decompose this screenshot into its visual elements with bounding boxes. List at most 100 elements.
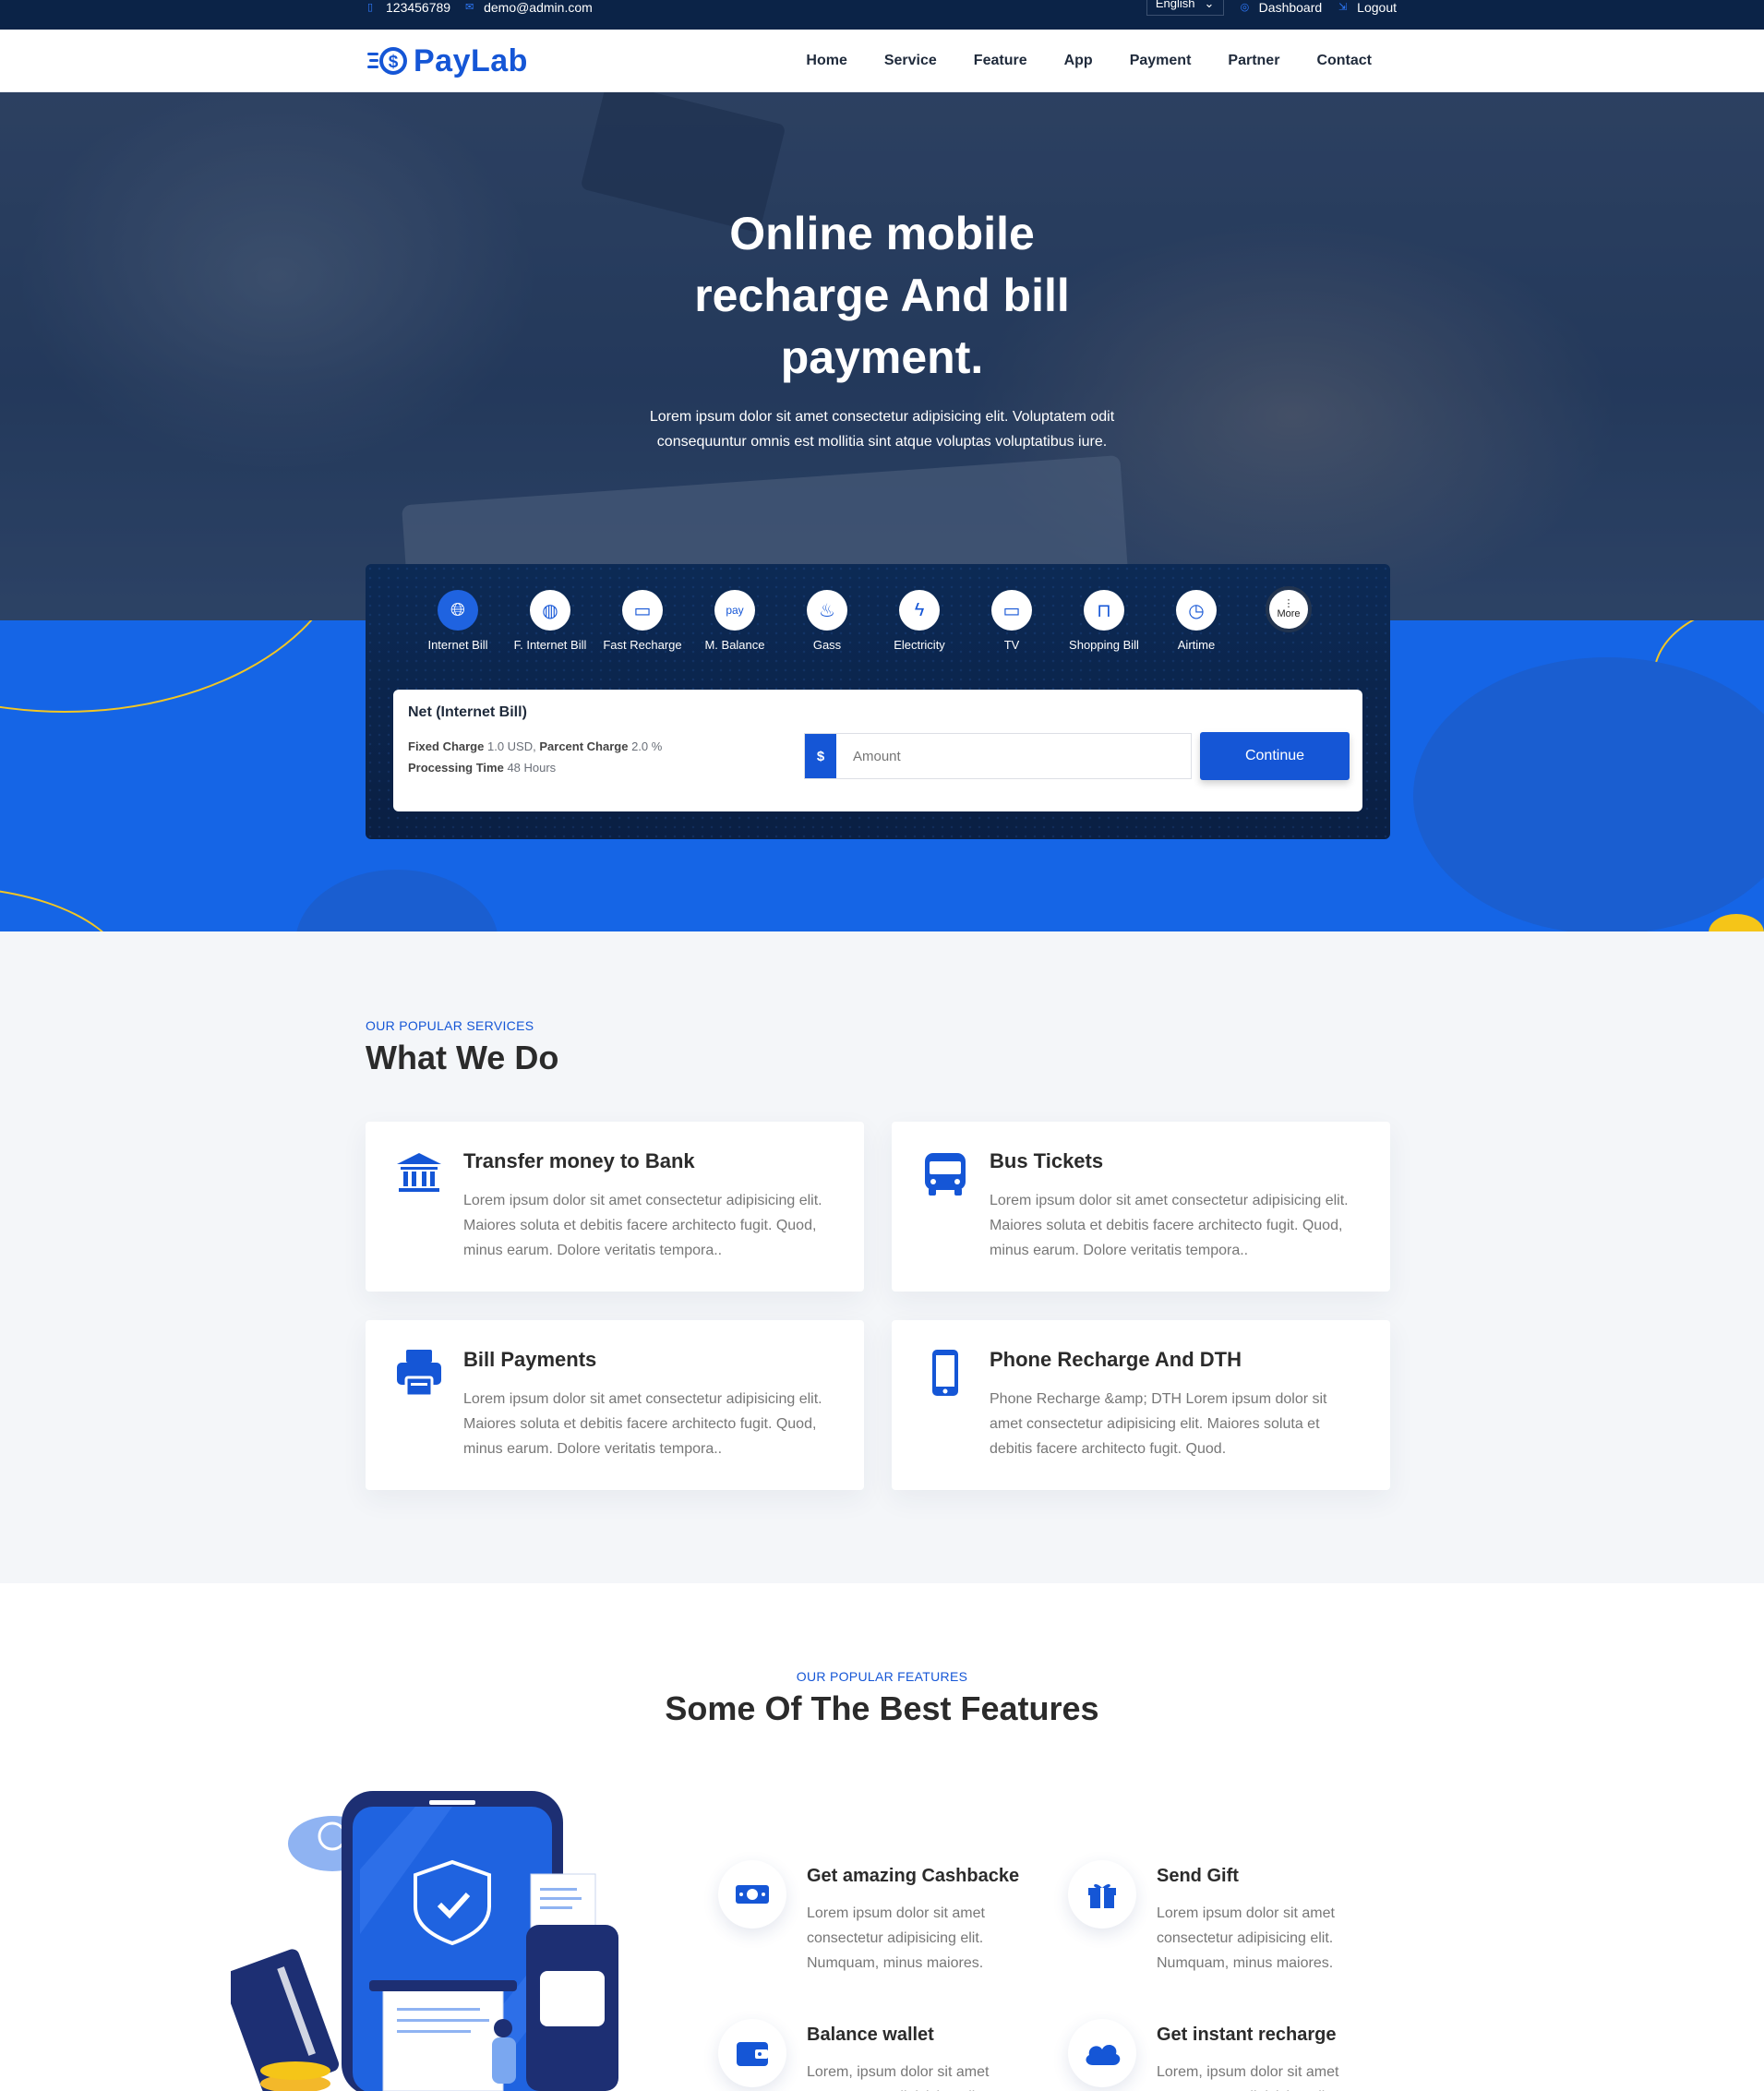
form-title: Net (Internet Bill) bbox=[408, 704, 527, 720]
card-text: Lorem ipsum dolor sit amet consectetur a… bbox=[990, 1193, 1349, 1258]
service-airtime[interactable]: ◷ Airtime bbox=[1150, 590, 1242, 652]
features-heading: OUR POPULAR FEATURES Some Of The Best Fe… bbox=[0, 1669, 1764, 1728]
feature-text: Lorem, ipsum dolor sit amet consectetur … bbox=[807, 2064, 990, 2091]
logout-icon: ⇲ bbox=[1338, 2, 1348, 13]
service-gass[interactable]: ♨ Gass bbox=[781, 590, 873, 652]
continue-button[interactable]: Continue bbox=[1200, 732, 1350, 780]
card-text: Lorem ipsum dolor sit amet consectetur a… bbox=[463, 1193, 822, 1258]
phone-number: 123456789 bbox=[386, 0, 451, 15]
hero-subtitle: Lorem ipsum dolor sit amet consectetur a… bbox=[649, 409, 1115, 450]
nav-payment[interactable]: Payment bbox=[1130, 53, 1192, 69]
nav-partner[interactable]: Partner bbox=[1228, 53, 1279, 69]
logout-link[interactable]: ⇲ Logout bbox=[1338, 0, 1397, 15]
feature-title: Get instant recharge bbox=[1157, 2025, 1337, 2045]
feature-title: Get amazing Cashbacke bbox=[807, 1866, 1020, 1886]
tv-icon: ▭ bbox=[991, 590, 1032, 631]
main-nav: Home Service Feature App Payment Partner… bbox=[806, 30, 1372, 92]
phone-icon: ▯ bbox=[367, 2, 374, 13]
fixed-charge-value: 1.0 USD, bbox=[486, 739, 536, 753]
processing-time-value: 48 Hours bbox=[507, 761, 557, 775]
cloud-icon bbox=[1068, 2019, 1136, 2087]
pay-icon: pay bbox=[714, 590, 755, 631]
service-card-bus-tickets[interactable]: Bus Tickets Lorem ipsum dolor sit amet c… bbox=[892, 1122, 1390, 1292]
processing-time-label: Processing Time bbox=[408, 761, 504, 775]
service-electricity[interactable]: ϟ Electricity bbox=[873, 590, 966, 652]
email-contact[interactable]: ✉ demo@admin.com bbox=[465, 0, 593, 15]
feature-item-send-gift: Send Gift Lorem ipsum dolor sit amet con… bbox=[1068, 1860, 1400, 1989]
section-kicker: OUR POPULAR SERVICES bbox=[366, 1018, 534, 1033]
nav-feature[interactable]: Feature bbox=[974, 53, 1027, 69]
shopping-bag-icon: ⊓ bbox=[1084, 590, 1124, 631]
hero-title: Online mobile recharge And bill payment. bbox=[694, 208, 1070, 383]
hero-section: Online mobile recharge And bill payment.… bbox=[0, 92, 1764, 620]
service-tv[interactable]: ▭ TV bbox=[966, 590, 1058, 652]
gift-icon bbox=[1068, 1860, 1136, 1929]
phone-contact[interactable]: ▯ 123456789 bbox=[367, 0, 450, 15]
card-title: Phone Recharge And DTH bbox=[990, 1348, 1242, 1371]
nav-service[interactable]: Service bbox=[884, 53, 937, 69]
chevron-down-icon: ⌄ bbox=[1204, 0, 1215, 10]
globe-icon: ◍ bbox=[530, 590, 570, 631]
service-internet-bill[interactable]: 🌐︎ Internet Bill bbox=[412, 590, 504, 652]
site-header: $ PayLab Home Service Feature App Paymen… bbox=[0, 30, 1764, 92]
dollar-coin-logo-icon: $ bbox=[367, 47, 407, 75]
card-text: Lorem ipsum dolor sit amet consectetur a… bbox=[463, 1391, 822, 1457]
feature-text: Lorem ipsum dolor sit amet consectetur a… bbox=[807, 1905, 985, 1971]
service-card-bank-transfer[interactable]: Transfer money to Bank Lorem ipsum dolor… bbox=[366, 1122, 864, 1292]
feature-item-instant-recharge: Get instant recharge Lorem, ipsum dolor … bbox=[1068, 2019, 1400, 2091]
brand-name: PayLab bbox=[414, 42, 528, 78]
card-text: Phone Recharge &amp; DTH Lorem ipsum dol… bbox=[990, 1391, 1327, 1457]
logout-label: Logout bbox=[1357, 0, 1397, 15]
printer-icon bbox=[397, 1350, 441, 1398]
electricity-icon: ϟ bbox=[899, 590, 940, 631]
service-label: TV bbox=[1003, 638, 1020, 652]
nav-app[interactable]: App bbox=[1064, 53, 1093, 69]
language-value: English bbox=[1155, 0, 1195, 10]
dashboard-link[interactable]: ◎ Dashboard bbox=[1241, 0, 1323, 15]
amount-input[interactable] bbox=[836, 734, 1191, 778]
section-title: What We Do bbox=[366, 1039, 559, 1076]
service-more-button[interactable]: ⋮ More bbox=[1242, 586, 1335, 640]
service-label: Shopping Bill bbox=[1069, 638, 1139, 652]
nav-home[interactable]: Home bbox=[806, 53, 846, 69]
service-label: Electricity bbox=[894, 638, 945, 652]
service-card-bill-payments[interactable]: Bill Payments Lorem ipsum dolor sit amet… bbox=[366, 1320, 864, 1490]
language-select[interactable]: English ⌄ bbox=[1146, 0, 1224, 16]
cash-icon bbox=[718, 1860, 786, 1929]
bus-icon bbox=[925, 1153, 966, 1196]
decorative-blob bbox=[295, 870, 498, 931]
decorative-blob bbox=[1413, 657, 1764, 931]
service-m-balance[interactable]: pay M. Balance bbox=[689, 590, 781, 652]
feature-item-balance-wallet: Balance wallet Lorem, ipsum dolor sit am… bbox=[718, 2019, 1050, 2091]
percent-charge-label: Parcent Charge bbox=[539, 739, 629, 753]
email-address: demo@admin.com bbox=[484, 0, 593, 15]
feature-text: Lorem ipsum dolor sit amet consectetur a… bbox=[1157, 1905, 1335, 1971]
what-we-do-section: OUR POPULAR SERVICES What We Do Transfer… bbox=[0, 931, 1764, 1583]
service-fast-recharge[interactable]: ▭ Fast Recharge bbox=[596, 590, 689, 652]
service-f-internet-bill[interactable]: ◍ F. Internet Bill bbox=[504, 590, 596, 652]
card-title: Transfer money to Bank bbox=[463, 1149, 695, 1172]
percent-charge-value: 2.0 % bbox=[631, 739, 663, 753]
stopwatch-icon: ◷ bbox=[1176, 590, 1217, 631]
service-label: Gass bbox=[812, 638, 842, 652]
feature-title: Balance wallet bbox=[807, 2025, 934, 2045]
feature-text: Lorem, ipsum dolor sit amet consectetur … bbox=[1157, 2064, 1339, 2091]
service-shopping-bill[interactable]: ⊓ Shopping Bill bbox=[1058, 590, 1150, 652]
envelope-icon: ✉ bbox=[465, 2, 474, 13]
service-card-phone-recharge[interactable]: Phone Recharge And DTH Phone Recharge &a… bbox=[892, 1320, 1390, 1490]
logo[interactable]: $ PayLab bbox=[367, 42, 528, 79]
money-icon: ▭ bbox=[622, 590, 663, 631]
payment-security-illustration bbox=[231, 1791, 618, 2091]
recharge-form: Net (Internet Bill) Fixed Charge 1.0 USD… bbox=[393, 690, 1362, 811]
user-circle-icon: ◎ bbox=[1240, 2, 1250, 13]
bank-icon bbox=[397, 1153, 441, 1192]
service-label: M. Balance bbox=[704, 638, 765, 652]
svg-text:$: $ bbox=[389, 53, 399, 72]
section-heading: OUR POPULAR SERVICES What We Do bbox=[366, 1018, 558, 1077]
feature-title: Send Gift bbox=[1157, 1866, 1239, 1886]
card-title: Bus Tickets bbox=[990, 1149, 1104, 1172]
amount-group: $ bbox=[804, 733, 1192, 779]
decorative-arc bbox=[0, 620, 351, 713]
currency-symbol: $ bbox=[805, 734, 836, 778]
nav-contact[interactable]: Contact bbox=[1316, 53, 1372, 69]
